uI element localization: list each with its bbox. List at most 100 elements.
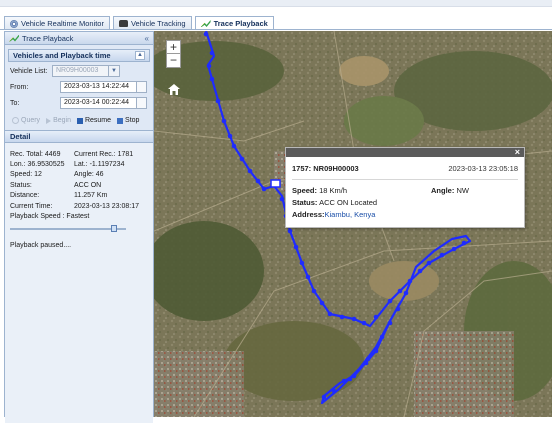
- address-label: Address:: [292, 210, 325, 219]
- vehicle-list-select[interactable]: NR09H00003: [52, 65, 109, 77]
- popup-address: Address:Kiambu, Kenya: [292, 210, 375, 219]
- current-time-value: 2023-03-13 23:08:17: [74, 202, 139, 210]
- zoom-in-button[interactable]: +: [166, 40, 181, 54]
- rec-total: Rec. Total: 4469: [10, 150, 61, 158]
- current-time-label: Current Time:: [10, 202, 53, 210]
- trace-icon: [200, 20, 211, 27]
- detail-row: Rec. Total: 4469 Current Rec.: 1781: [10, 149, 148, 159]
- zoom-out-button[interactable]: −: [166, 54, 181, 68]
- speed-value: 18 Km/h: [319, 186, 348, 195]
- top-bar: Vehicle Realtime Monitor Vehicle Trackin…: [0, 0, 552, 31]
- popup-timestamp: 2023-03-13 23:05:18: [448, 164, 518, 173]
- search-icon: [12, 117, 19, 124]
- tab-label: Vehicle Realtime Monitor: [21, 19, 104, 28]
- detail-header: Detail: [5, 130, 153, 143]
- playback-speed: Playback Speed : Fastest: [10, 213, 90, 221]
- tab-vehicle-tracking[interactable]: Vehicle Tracking: [112, 16, 192, 30]
- to-datetime-field[interactable]: 2023-03-14 00:22:44: [60, 97, 137, 109]
- status-value: ACC ON: [74, 181, 102, 189]
- angle: Angle: 46: [74, 171, 104, 179]
- playback-status: Playback paused....: [10, 241, 148, 251]
- vehicle-list-row: Vehicle List: NR09H00003 ▼: [10, 65, 150, 77]
- stop-icon: [117, 117, 124, 124]
- tab-strip: Vehicle Realtime Monitor Vehicle Trackin…: [4, 16, 277, 30]
- popup-titlebar: ×: [286, 147, 524, 157]
- query-button[interactable]: Query: [12, 117, 40, 124]
- to-label: To:: [10, 99, 20, 107]
- panel-header: Trace Playback «: [5, 32, 153, 45]
- zoom-control: + −: [166, 40, 181, 68]
- address-link[interactable]: Kiambu, Kenya: [325, 210, 376, 219]
- popup-row: Status: ACC ON Located: [286, 195, 524, 207]
- detail-row: Status: ACC ON: [10, 180, 148, 190]
- current-rec: Current Rec.: 1781: [74, 150, 134, 158]
- trace-playback-panel: Trace Playback « Vehicles and Playback t…: [4, 31, 154, 423]
- tab-label: Trace Playback: [213, 19, 268, 28]
- tab-label: Vehicle Tracking: [130, 19, 186, 28]
- speed-label: Speed:: [292, 186, 318, 195]
- status-value: ACC ON Located: [319, 198, 378, 207]
- stop-label: Stop: [125, 117, 140, 124]
- detail-row: Lon.: 36.9530525 Lat.: -1.1197234: [10, 159, 148, 169]
- from-datetime-field[interactable]: 2023-03-13 14:22:44: [60, 81, 137, 93]
- vehicles-playback-section-header[interactable]: Vehicles and Playback time ▲: [8, 49, 150, 62]
- begin-button[interactable]: Begin: [46, 117, 71, 124]
- popup-speed: Speed: 18 Km/h: [292, 186, 431, 195]
- detail-row: Distance: 11.257 Km: [10, 191, 148, 201]
- popup-row: Address:Kiambu, Kenya: [286, 207, 524, 219]
- collapse-panel-button[interactable]: «: [145, 34, 149, 43]
- speed: Speed: 12: [10, 171, 42, 179]
- playback-speed-slider[interactable]: [10, 224, 126, 232]
- resume-icon: [76, 117, 83, 124]
- longitude: Lon.: 36.9530525: [10, 161, 65, 169]
- vehicle-list-label: Vehicle List:: [10, 67, 48, 75]
- resume-label: Resume: [84, 117, 112, 124]
- popup-title-row: 1757: NR09H00003 2023-03-13 23:05:18: [286, 157, 524, 176]
- slider-track: [10, 227, 126, 230]
- latitude: Lat.: -1.1197234: [74, 161, 125, 169]
- vehicle-marker-icon[interactable]: [270, 179, 281, 188]
- popup-angle: Angle: NW: [431, 186, 469, 195]
- detail-title: Detail: [10, 132, 31, 141]
- detail-row: Speed: 12 Angle: 46: [10, 170, 148, 180]
- top-strip: [0, 0, 552, 7]
- trace-icon: [9, 34, 19, 42]
- popup-row: Speed: 18 Km/h Angle: NW: [286, 180, 524, 195]
- car-icon: [118, 20, 128, 27]
- angle-label: Angle:: [431, 186, 455, 195]
- monitor-icon: [10, 19, 18, 28]
- from-label: From:: [10, 83, 29, 91]
- angle-value: NW: [456, 186, 469, 195]
- section-title: Vehicles and Playback time: [13, 51, 111, 60]
- from-row: From: 2023-03-13 14:22:44: [10, 81, 150, 93]
- distance-label: Distance:: [10, 192, 40, 200]
- detail-body: Rec. Total: 4469 Current Rec.: 1781 Lon.…: [5, 143, 153, 423]
- query-label: Query: [21, 117, 41, 124]
- popup-status: Status: ACC ON Located: [292, 198, 377, 207]
- calendar-icon[interactable]: [137, 81, 147, 93]
- detail-row: Current Time: 2023-03-13 23:08:17: [10, 201, 148, 211]
- chevron-down-icon[interactable]: ▼: [109, 65, 120, 77]
- slider-thumb[interactable]: [111, 224, 117, 232]
- calendar-icon[interactable]: [137, 97, 147, 109]
- section-toggle-icon[interactable]: ▲: [135, 51, 145, 60]
- status-label: Status:: [292, 198, 318, 207]
- tab-underline: [0, 29, 552, 30]
- detail-row: Playback Speed : Fastest: [10, 211, 148, 221]
- distance-value: 11.257 Km: [74, 192, 108, 200]
- vehicle-info-popup: × 1757: NR09H00003 2023-03-13 23:05:18 S…: [285, 147, 525, 228]
- play-icon: [46, 117, 52, 124]
- tab-vehicle-realtime-monitor[interactable]: Vehicle Realtime Monitor: [4, 16, 110, 30]
- resume-button[interactable]: Resume: [76, 117, 112, 124]
- status-label: Status:: [10, 181, 32, 189]
- tab-trace-playback[interactable]: Trace Playback: [194, 16, 274, 30]
- close-icon[interactable]: ×: [515, 147, 520, 157]
- begin-label: Begin: [53, 117, 71, 124]
- playback-actions: Query Begin Resume Stop: [12, 115, 150, 126]
- stop-button[interactable]: Stop: [117, 117, 139, 124]
- home-icon[interactable]: [168, 84, 180, 95]
- playback-status-text: Playback paused....: [10, 242, 72, 250]
- to-row: To: 2023-03-14 00:22:44: [10, 97, 150, 109]
- panel-title: Trace Playback: [22, 33, 74, 43]
- popup-title: 1757: NR09H00003: [292, 164, 359, 173]
